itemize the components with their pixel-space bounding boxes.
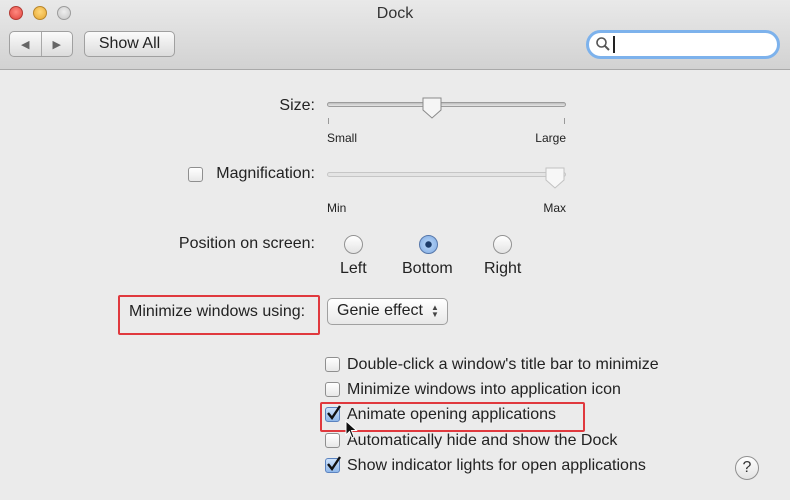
minimize-label: Minimize windows using:	[129, 303, 306, 320]
animate-opening-checkbox[interactable]	[325, 405, 341, 422]
back-forward-control: ◀ ▶	[9, 31, 73, 57]
position-left-radio[interactable]	[344, 235, 363, 254]
window-title: Dock	[376, 5, 414, 22]
position-left-label: Left	[340, 260, 367, 277]
double-click-minimize-checkbox[interactable]	[325, 357, 340, 372]
slider-tick	[328, 118, 329, 124]
magnification-max-label: Max	[543, 201, 566, 215]
show-all-button[interactable]: Show All	[84, 31, 175, 57]
minimize-into-icon-checkbox[interactable]	[325, 382, 340, 397]
magnification-label: Magnification:	[216, 165, 315, 182]
size-slider-thumb[interactable]	[421, 96, 443, 120]
window-toolbar: Dock ◀ ▶ Show All	[0, 0, 790, 70]
mouse-pointer-icon	[345, 420, 358, 439]
search-icon	[596, 37, 610, 51]
forward-arrow-icon[interactable]: ▶	[42, 32, 73, 56]
minimize-effect-popup[interactable]: Genie effect ▲ ▼	[327, 298, 448, 325]
autohide-dock-label: Automatically hide and show the Dock	[347, 432, 618, 449]
search-field[interactable]	[586, 30, 780, 59]
position-bottom-label: Bottom	[402, 260, 453, 277]
size-slider-track[interactable]	[327, 102, 566, 107]
checkmark-icon	[327, 405, 341, 421]
size-min-label: Small	[327, 131, 358, 145]
magnification-slider-track	[327, 172, 566, 177]
magnification-checkbox[interactable]	[188, 167, 203, 182]
indicator-lights-checkbox[interactable]	[325, 456, 341, 473]
position-bottom-radio[interactable]	[419, 235, 438, 254]
slider-tick	[564, 118, 565, 124]
text-cursor	[613, 36, 615, 53]
back-arrow-icon[interactable]: ◀	[10, 32, 42, 56]
minimize-into-icon-label: Minimize windows into application icon	[347, 381, 621, 398]
magnification-slider-thumb	[545, 167, 565, 189]
popup-arrows-icon: ▲ ▼	[431, 303, 439, 319]
position-right-radio[interactable]	[493, 235, 512, 254]
indicator-lights-label: Show indicator lights for open applicati…	[347, 457, 646, 474]
position-right-label: Right	[484, 260, 522, 277]
size-label: Size:	[279, 97, 315, 114]
position-label: Position on screen:	[178, 235, 315, 252]
autohide-dock-checkbox[interactable]	[325, 433, 340, 448]
help-button[interactable]: ?	[735, 456, 759, 480]
checkmark-icon	[327, 456, 341, 472]
minimize-effect-value: Genie effect	[337, 302, 423, 319]
size-max-label: Large	[535, 131, 566, 145]
magnification-min-label: Min	[327, 201, 347, 215]
animate-opening-label: Animate opening applications	[347, 406, 557, 423]
double-click-minimize-label: Double-click a window's title bar to min…	[347, 356, 659, 373]
